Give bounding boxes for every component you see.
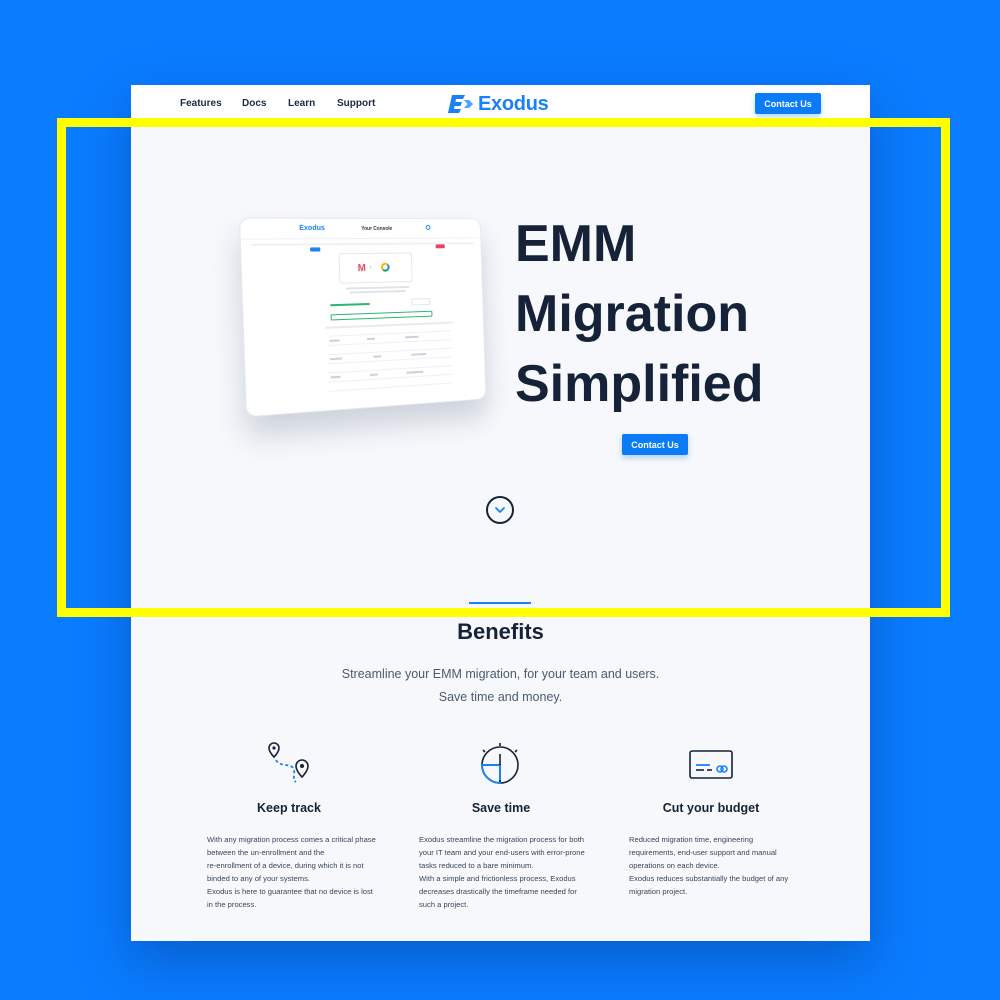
exodus-logo[interactable]: Exodus [448,92,549,116]
benefits-subtitle: Save time and money. [438,690,563,704]
landing-page: Features Docs Learn Support Exodus Conta… [131,85,870,941]
mockup-progress [330,302,370,307]
feature-text-line: between the un-enrollment and the [207,848,325,857]
mockup-input [411,298,431,306]
hero-title: EMM Migration Simplified [515,209,835,419]
feature-text-line: re-enrollment of a device, during which … [207,861,364,870]
feature-text-keep-track: With any migration process comes a criti… [207,833,376,911]
mockup-table-row [329,382,453,392]
mockup-cell [330,375,341,379]
feature-text-line: decreases drastically the timeframe need… [419,887,577,896]
feature-text-cut-budget: Reduced migration time, engineering requ… [629,833,788,898]
stopwatch-icon [480,743,519,785]
feature-text-line: your IT team and your end-users with err… [419,848,585,857]
mockup-button [330,310,433,321]
mockup-source-icon: M [357,263,367,275]
chevron-down-icon [495,507,505,513]
mockup-cell [373,355,382,358]
credit-card-icon [689,750,733,779]
feature-text-line: requirements, end-user support and manua… [629,848,777,857]
mockup-table-row [328,373,453,383]
feature-text-line: Exodus is here to guarantee that no devi… [207,887,373,896]
mockup-title: Your Console [361,225,393,232]
mockup-arrow-icon: › [369,264,372,271]
benefits-title: Benefits [457,619,544,644]
mockup-cell [329,339,340,342]
mockup-table-row [327,330,452,337]
map-pin-route-icon [268,742,309,783]
feature-text-line: migration project. [629,887,688,896]
section-divider [469,602,531,604]
mockup-table-row [327,347,452,356]
mockup-cell [405,335,419,339]
mockup-logo: Exodus [299,224,326,233]
mockup-tag-blue [310,247,321,252]
nav-link-features[interactable]: Features [180,98,222,109]
scroll-down-button[interactable] [486,496,514,524]
top-nav: Features Docs Learn Support Exodus Conta… [131,85,870,122]
mockup-table-row [327,339,452,347]
feature-text-line: in the process. [207,900,257,909]
mockup-text-line [349,290,406,294]
mockup-search-icon [425,224,431,230]
mockup-header: Exodus Your Console [239,218,481,240]
mockup-text-line [345,285,410,290]
hero-contact-button[interactable]: Contact Us [622,434,688,455]
mockup-table-row [328,365,453,374]
mockup-migration-card: M › [338,252,413,284]
feature-text-line: With any migration process comes a criti… [207,835,376,844]
feature-text-save-time: Exodus streamline the migration process … [419,833,585,911]
feature-title-cut-budget: Cut your budget [662,801,760,815]
nav-link-learn[interactable]: Learn [288,98,315,109]
logo-text: Exodus [478,92,549,115]
mockup-target-icon [380,262,390,272]
mockup-table-row [328,356,453,365]
mockup-cell [406,370,424,374]
nav-contact-button[interactable]: Contact Us [755,93,821,114]
feature-text-line: Reduced migration time, engineering [629,835,754,844]
nav-link-support[interactable]: Support [337,98,375,109]
mockup-table-header [324,321,453,329]
feature-text-line: Exodus streamline the migration process … [419,835,585,844]
mockup-cell [411,352,427,356]
mockup-cell [370,373,378,376]
mockup-cell [366,337,375,341]
console-mockup-image: Exodus Your Console M › [238,217,487,418]
feature-text-line: such a project. [419,900,469,909]
hero-title-line: Migration [515,285,749,343]
feature-text-line: operations on each device. [629,861,720,870]
benefits-subtitle: Streamline your EMM migration, for your … [341,667,660,681]
hero-title-line: Simplified [515,355,764,413]
mockup-cell [330,357,343,361]
feature-text-line: tasks reduced to a bare minimum. [419,861,534,870]
feature-text-line: With a simple and frictionless process, … [419,874,576,883]
nav-link-docs[interactable]: Docs [242,98,266,109]
feature-title-save-time: Save time [471,801,531,815]
exodus-logo-icon [448,95,473,113]
feature-title-keep-track: Keep track [257,801,321,815]
feature-text-line: Exodus reduces substantially the budget … [629,874,789,883]
mockup-tag-red [435,244,445,249]
feature-text-line: binded to any of your systems. [207,874,310,883]
hero-title-line: EMM [515,215,637,273]
